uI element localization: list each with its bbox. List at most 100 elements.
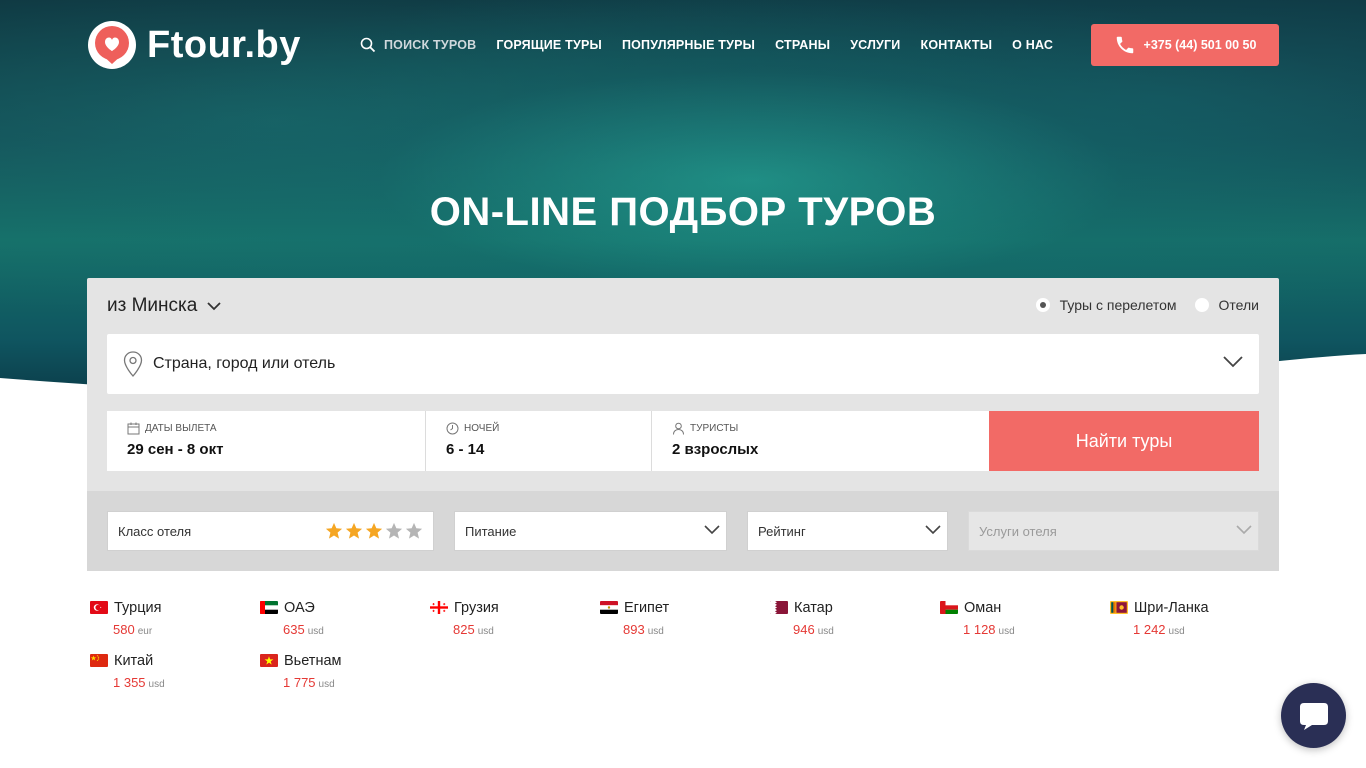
- nav-search-tours[interactable]: ПОИСК ТУРОВ: [360, 37, 476, 53]
- departure-city-select[interactable]: из Минска: [107, 295, 221, 317]
- star-icon-filled[interactable]: [365, 522, 383, 540]
- clock-icon: [446, 422, 459, 435]
- filters-bar: Класс отеля Питание Рейтинг Услуги отеля: [87, 491, 1279, 571]
- nights-field[interactable]: НОЧЕЙ 6 - 14: [426, 411, 652, 471]
- radio-dot: [1194, 298, 1209, 312]
- calendar-icon: [127, 422, 140, 435]
- country-name: Египет: [624, 600, 670, 616]
- country-price: 1 242 usd: [1133, 622, 1185, 637]
- country-price: 825 usd: [453, 622, 494, 637]
- departure-city-label: из Минска: [107, 295, 198, 316]
- nav-label: ПОИСК ТУРОВ: [384, 38, 477, 52]
- nav-about[interactable]: О НАС: [1012, 38, 1053, 52]
- country-item-china[interactable]: Китай 1 355 usd: [90, 653, 250, 697]
- chevron-down-icon: [207, 301, 221, 310]
- country-name: Китай: [114, 653, 154, 669]
- star-icon-empty[interactable]: [405, 522, 423, 540]
- nav-countries[interactable]: СТРАНЫ: [775, 38, 830, 52]
- departure-dates-label: ДАТЫ ВЫЛЕТА: [127, 422, 405, 435]
- country-name: Турция: [114, 600, 162, 616]
- chevron-down-icon[interactable]: [1223, 356, 1243, 368]
- food-filter[interactable]: Питание: [454, 511, 727, 551]
- logo-text: Ftour.by: [147, 23, 301, 66]
- destination-placeholder: Страна, город или отель: [153, 355, 336, 372]
- country-item-vietnam[interactable]: Вьетнам 1 775 usd: [260, 653, 420, 697]
- tourists-value: 2 взрослых: [672, 441, 759, 458]
- search-params-row: ДАТЫ ВЫЛЕТА 29 сен - 8 окт НОЧЕЙ 6 - 14 …: [107, 411, 989, 471]
- flag-sri-lanka-icon: [1110, 601, 1128, 614]
- country-name: Катар: [794, 600, 833, 616]
- country-item-turkey[interactable]: Турция 580 eur: [90, 600, 250, 644]
- label-text: НОЧЕЙ: [464, 423, 500, 434]
- country-price: 635 usd: [283, 622, 324, 637]
- departure-dates-field[interactable]: ДАТЫ ВЫЛЕТА 29 сен - 8 окт: [107, 411, 426, 471]
- hotel-class-filter[interactable]: Класс отеля: [107, 511, 434, 551]
- chevron-down-icon: [704, 525, 720, 535]
- food-filter-label: Питание: [465, 523, 517, 539]
- country-price: 580 eur: [113, 622, 153, 637]
- flag-uae-icon: [260, 601, 278, 614]
- chat-bubble-icon: [1299, 702, 1328, 730]
- hero-title: ON-LINE ПОДБОР ТУРОВ: [429, 190, 937, 234]
- radio-label: Туры с перелетом: [1059, 297, 1177, 313]
- person-icon: [673, 422, 684, 435]
- flag-egypt-icon: [600, 601, 618, 614]
- star-icon-filled[interactable]: [345, 522, 363, 540]
- nights-label: НОЧЕЙ: [446, 422, 631, 435]
- country-name: Вьетнам: [284, 653, 342, 669]
- flag-georgia-icon: [430, 601, 448, 614]
- tour-search-panel: из Минска Туры с перелетом Отели Страна,…: [87, 278, 1279, 571]
- label-text: ТУРИСТЫ: [690, 423, 739, 434]
- destination-field[interactable]: Страна, город или отель: [107, 334, 1259, 394]
- nights-value: 6 - 14: [446, 441, 485, 458]
- star-icon-filled[interactable]: [325, 522, 343, 540]
- country-item-sri-lanka[interactable]: Шри-Ланка 1 242 usd: [1110, 600, 1270, 644]
- flag-qatar-icon: [770, 601, 788, 614]
- nav-contacts[interactable]: КОНТАКТЫ: [921, 38, 993, 52]
- country-name: Грузия: [454, 600, 499, 616]
- chat-widget-button[interactable]: [1281, 683, 1346, 748]
- hotel-class-stars: [323, 522, 423, 540]
- country-price: 893 usd: [623, 622, 664, 637]
- country-price: 1 128 usd: [963, 622, 1015, 637]
- country-price: 1 355 usd: [113, 675, 165, 690]
- radio-tours-with-flight[interactable]: Туры с перелетом: [1035, 297, 1177, 313]
- nav-popular-tours[interactable]: ПОПУЛЯРНЫЕ ТУРЫ: [622, 38, 755, 52]
- star-icon-empty[interactable]: [385, 522, 403, 540]
- location-pin-icon: [123, 351, 143, 377]
- radio-dot-selected: [1035, 298, 1050, 312]
- hotel-services-filter-label: Услуги отеля: [979, 523, 1057, 539]
- search-icon: [360, 37, 376, 53]
- country-item-georgia[interactable]: Грузия 825 usd: [430, 600, 590, 644]
- flag-china-icon: [90, 654, 108, 667]
- country-price: 1 775 usd: [283, 675, 335, 690]
- search-mode-group: Туры с перелетом Отели: [1018, 297, 1259, 313]
- tourists-field[interactable]: ТУРИСТЫ 2 взрослых: [652, 411, 989, 471]
- logo-heart-pin-icon: [88, 21, 136, 69]
- hotel-class-label: Класс отеля: [118, 523, 192, 539]
- flag-turkey-icon: [90, 601, 108, 614]
- flag-oman-icon: [940, 601, 958, 614]
- country-name: ОАЭ: [284, 600, 315, 616]
- country-price: 946 usd: [793, 622, 834, 637]
- rating-filter[interactable]: Рейтинг: [747, 511, 948, 551]
- label-text: ДАТЫ ВЫЛЕТА: [145, 423, 217, 434]
- chevron-down-icon: [1236, 525, 1252, 535]
- nav-services[interactable]: УСЛУГИ: [850, 38, 900, 52]
- flag-vietnam-icon: [260, 654, 278, 667]
- phone-button[interactable]: +375 (44) 501 00 50: [1091, 24, 1279, 66]
- country-name: Шри-Ланка: [1134, 600, 1209, 616]
- radio-hotels[interactable]: Отели: [1194, 297, 1259, 313]
- find-tours-button[interactable]: Найти туры: [989, 411, 1259, 471]
- country-item-qatar[interactable]: Катар 946 usd: [770, 600, 930, 644]
- phone-number: +375 (44) 501 00 50: [1143, 38, 1257, 52]
- hotel-services-filter[interactable]: Услуги отеля: [968, 511, 1259, 551]
- country-item-egypt[interactable]: Египет 893 usd: [600, 600, 760, 644]
- country-item-uae[interactable]: ОАЭ 635 usd: [260, 600, 420, 644]
- logo[interactable]: Ftour.by: [87, 20, 301, 70]
- main-nav: ПОИСК ТУРОВ ГОРЯЩИЕ ТУРЫ ПОПУЛЯРНЫЕ ТУРЫ…: [360, 37, 1073, 53]
- radio-label: Отели: [1218, 297, 1259, 313]
- country-item-oman[interactable]: Оман 1 128 usd: [940, 600, 1100, 644]
- tourists-label: ТУРИСТЫ: [672, 422, 969, 435]
- nav-hot-tours[interactable]: ГОРЯЩИЕ ТУРЫ: [496, 38, 602, 52]
